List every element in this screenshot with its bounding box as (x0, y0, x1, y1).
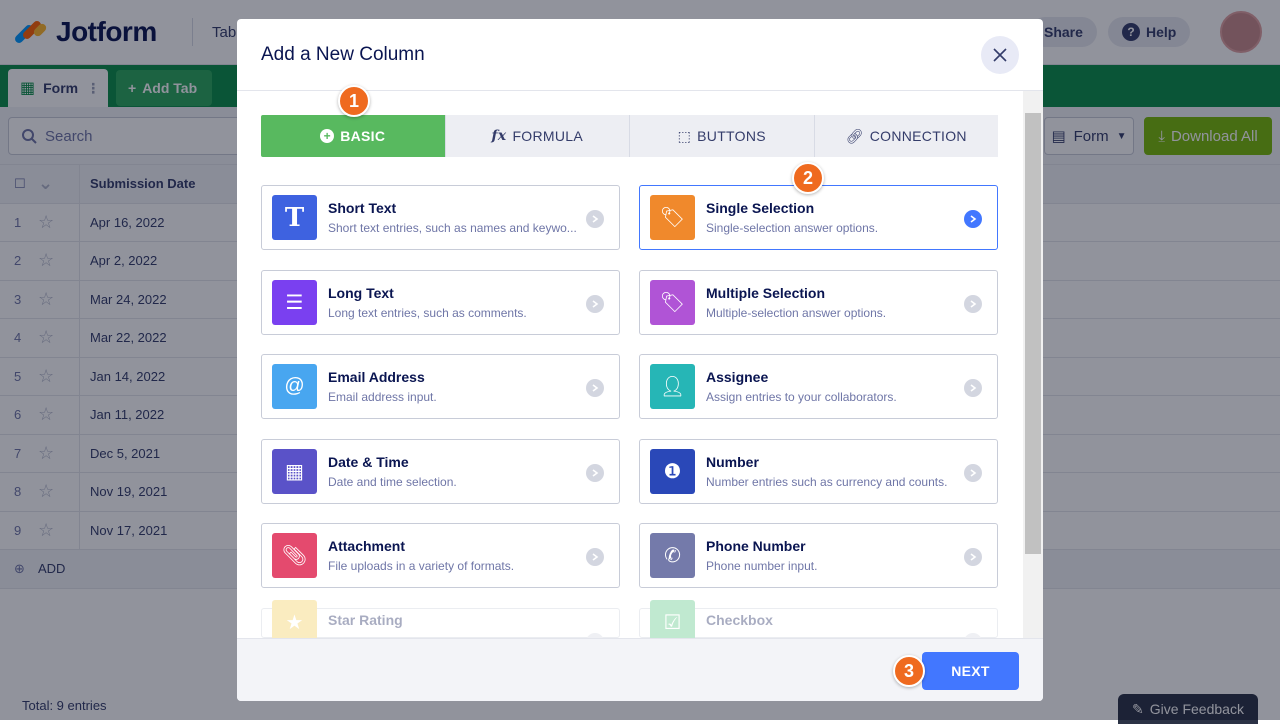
card-title: Single Selection (706, 200, 815, 216)
column-type-card[interactable]: @ Email Address Email address input. (261, 354, 620, 419)
card-text: Long Text Long text entries, such as comm… (328, 285, 588, 320)
card-description: File uploads in a variety of formats. (328, 559, 515, 573)
phone-icon: ✆ (650, 533, 695, 578)
tab-connection-label: CONNECTION (869, 128, 967, 144)
chevron-right-icon[interactable] (586, 294, 604, 313)
plus-circle-icon: + (320, 129, 335, 143)
card-text: Single Selection Single-selection answer … (706, 200, 966, 235)
card-title: Multiple Selection (706, 284, 826, 301)
card-description: Email address input. (328, 390, 437, 404)
card-text: Multiple Selection Multiple-selection ans… (706, 285, 966, 320)
column-type-card[interactable]: ▦ Date & Time Date and time selection. (261, 438, 620, 504)
column-type-card[interactable]: 👤︎ Assignee Assign entries to your collabo… (639, 354, 998, 419)
card-title: Long Text (328, 284, 394, 301)
card-text: Short Text Short text entries, such as na… (328, 200, 588, 235)
tab-formula-label: FORMULA (512, 128, 584, 144)
step-badge-3: 3 (893, 655, 925, 687)
chevron-right-icon[interactable] (964, 210, 982, 228)
column-type-card[interactable]: 🏷︎ Single Selection Single-selection answe… (639, 185, 998, 250)
at-icon: @ (272, 364, 317, 409)
card-description: Assign entries to your collaborators. (706, 390, 897, 404)
text-icon: T (272, 195, 317, 240)
column-type-card[interactable]: 📎︎ Attachment File uploads in a variety of… (261, 523, 620, 588)
user-icon: 👤︎ (650, 364, 695, 409)
card-description: Number entries such as currency and coun… (706, 474, 948, 489)
link-icon: 🔗︎ (845, 127, 864, 144)
card-title: Email Address (328, 369, 425, 385)
card-text: Attachment File uploads in a variety of f… (328, 538, 588, 573)
column-type-card[interactable]: ★ Star Rating (261, 600, 620, 651)
add-column-modal: Add a New Column + BASIC fx FORMULA ⬚ BU… (237, 19, 1043, 701)
card-description: Multiple-selection answer options. (706, 305, 887, 320)
step-badge-1: 1 (338, 85, 370, 117)
column-type-card[interactable]: ☰ Long Text Long text entries, such as com… (261, 269, 620, 335)
card-title: Short Text (328, 200, 397, 216)
card-description: Single-selection answer options. (706, 221, 879, 235)
button-icon: ⬚ (677, 127, 692, 144)
card-text: Star Rating (328, 612, 588, 633)
tab-connection[interactable]: 🔗︎ CONNECTION (814, 115, 998, 157)
paperclip-icon: 📎︎ (272, 533, 317, 578)
close-icon (993, 48, 1007, 62)
card-text: Email Address Email address input. (328, 369, 588, 404)
chevron-right-icon[interactable] (586, 463, 604, 482)
chevron-right-icon[interactable] (964, 463, 982, 482)
column-type-card[interactable]: ☑ Checkbox (639, 600, 998, 651)
column-type-card[interactable]: 🏷︎ Multiple Selection Multiple-selection a… (639, 269, 998, 335)
card-text: Date & Time Date and time selection. (328, 454, 588, 489)
column-type-tabs: + BASIC fx FORMULA ⬚ BUTTONS 🔗︎ CONNECTI… (261, 115, 998, 157)
tab-basic-label: BASIC (340, 128, 386, 144)
card-text: Number Number entries such as currency an… (706, 454, 966, 489)
card-title: Number (706, 453, 759, 470)
scrollbar-thumb[interactable] (1025, 113, 1041, 554)
calendar-icon: ▦ (272, 448, 317, 494)
tab-basic[interactable]: + BASIC (261, 115, 446, 157)
step-badge-2: 2 (792, 162, 824, 194)
card-description: Long text entries, such as comments. (328, 305, 527, 320)
card-description: Date and time selection. (328, 474, 457, 489)
card-description: Short text entries, such as names and ke… (328, 221, 577, 235)
chevron-right-icon[interactable] (964, 379, 982, 397)
chevron-right-icon[interactable] (964, 548, 982, 566)
modal-title: Add a New Column (261, 44, 425, 65)
card-title: Attachment (328, 538, 406, 554)
card-title: Assignee (706, 369, 769, 385)
card-title: Checkbox (706, 612, 773, 628)
formula-icon: fx (491, 128, 507, 144)
column-type-card[interactable]: ✆ Phone Number Phone number input. (639, 523, 998, 588)
card-title: Phone Number (706, 538, 806, 554)
paragraph-icon: ☰ (272, 279, 317, 325)
tags-icon: 🏷︎ (650, 279, 695, 325)
tab-buttons[interactable]: ⬚ BUTTONS (630, 115, 815, 157)
card-text: Checkbox (706, 612, 966, 633)
next-button[interactable]: NEXT (922, 652, 1019, 690)
close-button[interactable] (981, 36, 1019, 74)
number-icon: ❶ (650, 448, 695, 494)
card-title: Date & Time (328, 453, 409, 470)
chevron-right-icon[interactable] (586, 210, 604, 228)
card-title: Star Rating (328, 612, 403, 628)
chevron-right-icon[interactable] (964, 294, 982, 313)
column-type-card[interactable]: T Short Text Short text entries, such as n… (261, 185, 620, 250)
chevron-right-icon[interactable] (586, 548, 604, 566)
tag-icon: 🏷︎ (650, 195, 695, 240)
modal-header: Add a New Column (237, 19, 1043, 91)
card-text: Assignee Assign entries to your collabora… (706, 369, 966, 404)
card-text: Phone Number Phone number input. (706, 538, 966, 573)
chevron-right-icon[interactable] (586, 379, 604, 397)
tab-formula[interactable]: fx FORMULA (445, 115, 630, 157)
card-description: Phone number input. (706, 559, 818, 573)
modal-body: + BASIC fx FORMULA ⬚ BUTTONS 🔗︎ CONNECTI… (237, 91, 1043, 651)
tab-buttons-label: BUTTONS (697, 128, 766, 144)
column-type-card[interactable]: ❶ Number Number entries such as currency a… (639, 438, 998, 504)
